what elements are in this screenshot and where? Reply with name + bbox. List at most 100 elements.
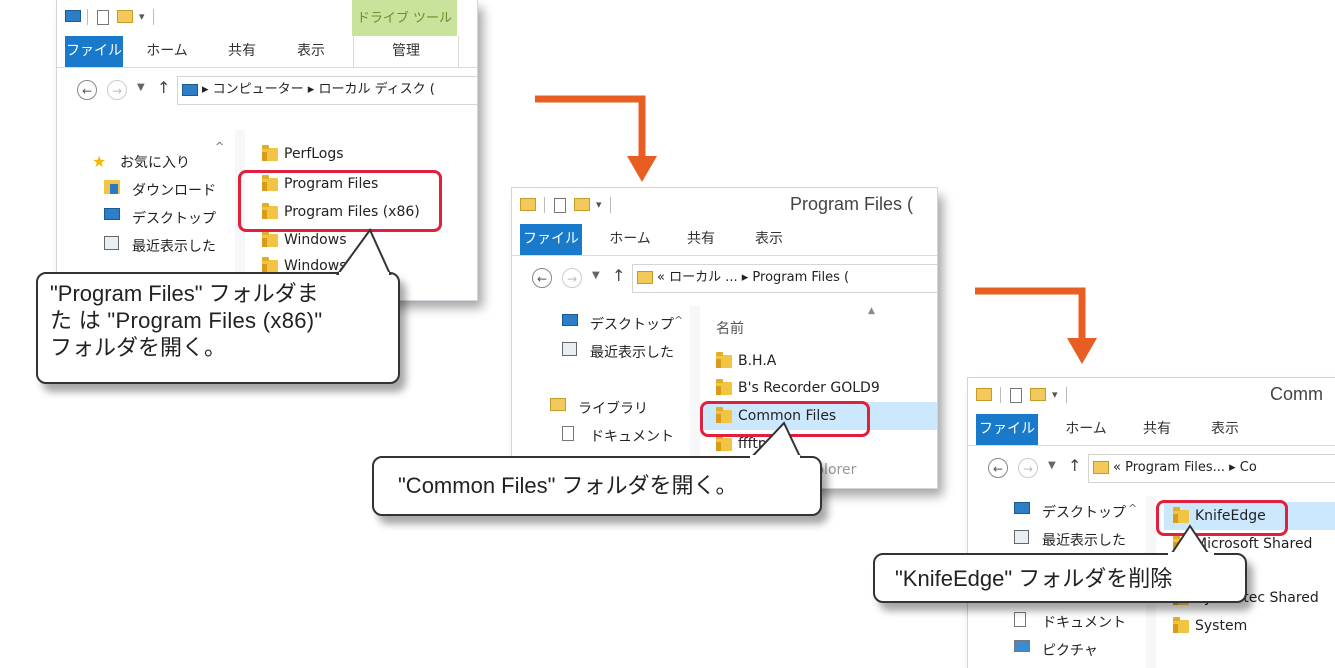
new-folder-icon[interactable] [574, 198, 590, 211]
nav-recent[interactable]: 最近表示した [1014, 530, 1126, 549]
up-button[interactable]: ↑ [612, 266, 625, 285]
recent-locations-icon[interactable]: ▼ [1048, 460, 1056, 471]
tab-view[interactable]: 表示 [1200, 414, 1250, 445]
recent-places-icon [562, 342, 577, 356]
nav-label: デスクトップ [590, 317, 674, 333]
divider [544, 197, 545, 213]
address-path[interactable]: ▸ コンピューター ▸ ローカル ディスク ( [177, 76, 477, 105]
nav-favorites[interactable]: ★ お気に入り [92, 152, 190, 171]
callout-text: "KnifeEdge" フォルダを削除 [895, 566, 1173, 591]
tab-share[interactable]: 共有 [217, 36, 267, 67]
star-icon: ★ [92, 152, 107, 171]
callout-text: "Program Files" フォルダま [50, 281, 319, 306]
path-text: ▸ コンピューター ▸ ローカル ディスク ( [202, 82, 435, 97]
sort-indicator-icon: ▲ [868, 306, 875, 316]
nav-label: ライブラリ [578, 401, 648, 417]
new-folder-icon[interactable] [117, 10, 133, 23]
tab-file[interactable]: ファイル [520, 224, 582, 255]
back-button[interactable]: ← [988, 458, 1008, 478]
tab-home[interactable]: ホーム [139, 36, 195, 67]
tab-file[interactable]: ファイル [976, 414, 1038, 445]
nav-documents[interactable]: ドキュメント [562, 426, 674, 445]
properties-icon[interactable] [1010, 388, 1022, 403]
folder-icon [716, 435, 732, 451]
nav-desktop[interactable]: デスクトップ [562, 314, 674, 333]
divider [610, 197, 611, 213]
nav-libraries[interactable]: ライブラリ [550, 398, 648, 417]
computer-icon [182, 83, 198, 96]
desktop-icon [104, 208, 120, 220]
customize-toolbar-icon[interactable]: ▾ [596, 198, 602, 211]
scroll-up-icon[interactable]: ^ [215, 140, 224, 153]
ribbon-tabs: ファイル ホーム 共有 表示 [512, 224, 937, 256]
tab-view[interactable]: 表示 [285, 36, 337, 67]
recent-places-icon [104, 236, 119, 250]
nav-label: 最近表示した [1042, 533, 1126, 549]
nav-recent[interactable]: 最近表示した [104, 236, 216, 255]
back-button[interactable]: ← [532, 268, 552, 288]
nav-recent[interactable]: 最近表示した [562, 342, 674, 361]
ribbon-tabs: ファイル ホーム 共有 表示 [968, 414, 1335, 446]
forward-button[interactable]: → [1018, 458, 1038, 478]
desktop-icon [1014, 502, 1030, 514]
recent-locations-icon[interactable]: ▼ [592, 270, 600, 281]
folder-icon [716, 379, 732, 395]
ribbon-tabs: ファイル ホーム 共有 表示 管理 [57, 36, 477, 68]
tab-share[interactable]: 共有 [678, 224, 724, 255]
callout-pointer [336, 228, 392, 276]
tab-share[interactable]: 共有 [1134, 414, 1180, 445]
properties-icon[interactable] [97, 10, 109, 25]
folder-name: B's Recorder GOLD9 [738, 380, 880, 396]
tab-view[interactable]: 表示 [744, 224, 794, 255]
nav-label: お気に入り [120, 155, 190, 171]
customize-toolbar-icon[interactable]: ▾ [139, 10, 145, 23]
nav-desktop[interactable]: デスクトップ [1014, 502, 1126, 521]
explorer-window-program-files: ▾ Program Files ( ファイル ホーム 共有 表示 ← → ▼ ↑… [512, 188, 937, 488]
tab-home[interactable]: ホーム [1058, 414, 1114, 445]
scroll-up-icon[interactable]: ^ [674, 314, 683, 327]
callout-text: た は "Program Files (x86)" [50, 308, 323, 333]
folder-name: B.H.A [738, 353, 777, 369]
recent-locations-icon[interactable]: ▼ [137, 82, 145, 93]
properties-icon[interactable] [554, 198, 566, 213]
drive-tools-context-tab: ドライブ ツール [352, 0, 457, 36]
nav-label: デスクトップ [1042, 505, 1126, 521]
back-button[interactable]: ← [77, 80, 97, 100]
divider [153, 9, 154, 25]
new-folder-icon[interactable] [1030, 388, 1046, 401]
up-button[interactable]: ↑ [157, 78, 170, 97]
callout-pointer-cover [750, 455, 800, 461]
recent-places-icon [1014, 530, 1029, 544]
customize-toolbar-icon[interactable]: ▾ [1052, 388, 1058, 401]
scroll-up-icon[interactable]: ^ [1128, 502, 1137, 515]
forward-button[interactable]: → [107, 80, 127, 100]
column-header-name[interactable]: 名前 [716, 318, 744, 338]
address-bar: ← → ▼ ↑ « Program Files... ▸ Co [968, 446, 1335, 490]
tab-home[interactable]: ホーム [602, 224, 658, 255]
up-button[interactable]: ↑ [1068, 456, 1081, 475]
nav-label: ピクチャ [1042, 643, 1098, 659]
folder-icon [637, 271, 653, 284]
address-path[interactable]: « Program Files... ▸ Co [1088, 454, 1335, 483]
flow-arrow-2 [975, 287, 1097, 364]
callout-pointer-cover [1168, 552, 1214, 558]
folder-icon [1093, 461, 1109, 474]
nav-downloads[interactable]: ダウンロード [104, 180, 216, 199]
folder-name: System [1195, 618, 1248, 634]
nav-desktop[interactable]: デスクトップ [104, 208, 216, 227]
folder-app-icon [976, 388, 992, 401]
address-path[interactable]: « ローカル ... ▸ Program Files ( [632, 264, 937, 293]
callout-text: フォルダを開く。 [50, 335, 227, 360]
path-text: « ローカル ... ▸ Program Files ( [657, 270, 850, 285]
flow-arrow-1 [535, 95, 657, 182]
nav-documents[interactable]: ドキュメント [1014, 612, 1126, 631]
tab-manage[interactable]: 管理 [353, 36, 459, 67]
downloads-icon [104, 180, 120, 194]
nav-pictures[interactable]: ピクチャ [1014, 640, 1098, 659]
quick-access-toolbar: ▾ ドライブ ツール [57, 0, 477, 36]
folder-app-icon [520, 198, 536, 211]
nav-label: デスクトップ [132, 211, 216, 227]
tab-file[interactable]: ファイル [65, 36, 123, 67]
forward-button[interactable]: → [562, 268, 582, 288]
quick-access-toolbar: ▾ Program Files ( [512, 188, 937, 224]
